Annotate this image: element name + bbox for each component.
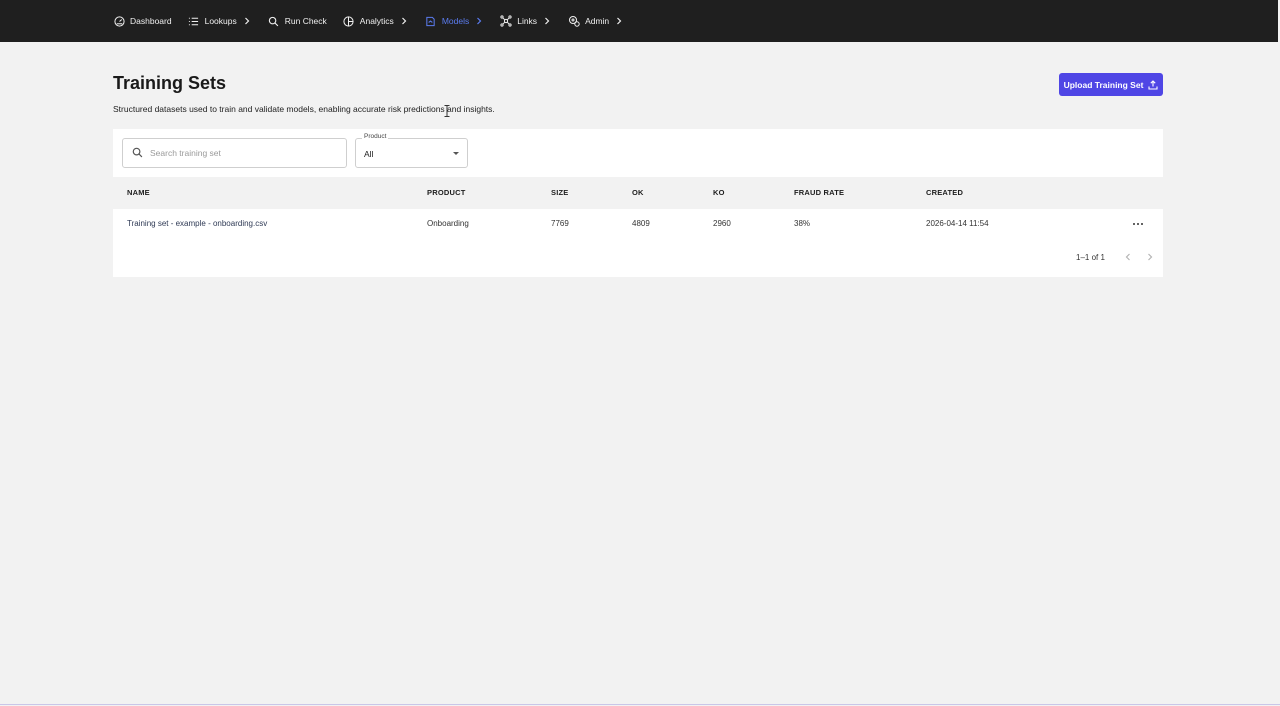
nav-run-check[interactable]: Run Check	[268, 0, 327, 42]
nav-lookups[interactable]: Lookups	[188, 0, 252, 42]
column-header-name[interactable]: NAME	[127, 188, 150, 197]
chevron-right-icon	[242, 16, 252, 26]
column-header-created[interactable]: CREATED	[926, 188, 963, 197]
nav-dashboard[interactable]: Dashboard	[113, 0, 172, 42]
nav-label: Admin	[585, 16, 610, 26]
chevron-right-icon	[614, 16, 624, 26]
window-bottom-border	[0, 704, 1280, 705]
list-icon	[188, 15, 200, 27]
nav-label: Dashboard	[130, 16, 172, 26]
text-cursor-icon	[444, 104, 450, 117]
cell-size: 7769	[551, 219, 569, 228]
nav-links[interactable]: Links	[500, 0, 552, 42]
column-header-size[interactable]: SIZE	[551, 188, 568, 197]
product-select-value: All	[364, 149, 374, 159]
upload-training-set-button[interactable]: Upload Training Set	[1059, 73, 1163, 96]
main-nav: Dashboard Lookups Run Check Analytics Mo…	[113, 0, 640, 42]
nav-models[interactable]: Models	[425, 0, 484, 42]
nav-label: Run Check	[284, 16, 327, 26]
cell-ko: 2960	[713, 219, 731, 228]
nav-label: Links	[517, 16, 538, 26]
column-header-ok[interactable]: OK	[632, 188, 644, 197]
cell-name[interactable]: Training set - example - onboarding.csv	[127, 219, 267, 228]
admin-gears-icon	[568, 15, 580, 27]
chevron-right-icon	[474, 16, 484, 26]
model-icon	[425, 15, 437, 27]
nav-label: Models	[441, 16, 470, 26]
filter-bar: Product All	[113, 129, 1163, 177]
column-header-product[interactable]: PRODUCT	[427, 188, 465, 197]
chevron-right-icon	[542, 16, 552, 26]
upload-button-label: Upload Training Set	[1063, 79, 1144, 90]
product-select[interactable]: Product All	[355, 133, 468, 168]
previous-page-button[interactable]	[1123, 252, 1133, 262]
page-title: Training Sets	[113, 73, 227, 93]
gauge-icon	[113, 15, 125, 27]
chevron-right-icon	[399, 16, 409, 26]
table-header-row: NAME PRODUCT SIZE OK KO FRAUD RATE CREAT…	[113, 177, 1163, 209]
pagination: 1–1 of 1	[113, 247, 1163, 267]
nav-label: Lookups	[204, 16, 237, 26]
table-header: NAME PRODUCT SIZE OK KO FRAUD RATE CREAT…	[0, 177, 1280, 209]
pagination-range: 1–1 of 1	[1076, 253, 1105, 262]
cell-ok: 4809	[632, 219, 650, 228]
top-navbar: Dashboard Lookups Run Check Analytics Mo…	[0, 0, 1278, 42]
nav-label: Analytics	[359, 16, 394, 26]
search-icon	[132, 147, 144, 159]
network-icon	[500, 15, 512, 27]
chevron-right-icon	[1148, 253, 1153, 261]
search-input[interactable]	[150, 148, 340, 158]
cell-fraud-rate: 38%	[794, 219, 811, 228]
more-dots-icon	[1132, 222, 1136, 226]
search-field[interactable]	[122, 138, 347, 168]
pie-chart-icon	[343, 15, 355, 27]
cell-created: 2026-04-14 11:54	[926, 219, 989, 228]
chevron-left-icon	[1125, 253, 1130, 261]
column-header-ko[interactable]: KO	[713, 188, 725, 197]
caret-down-icon	[453, 152, 459, 155]
column-header-fraud-rate[interactable]: FRAUD RATE	[794, 188, 844, 197]
product-select-label: Product	[362, 133, 389, 140]
search-icon	[268, 15, 280, 27]
upload-icon	[1148, 79, 1158, 90]
nav-admin[interactable]: Admin	[568, 0, 624, 42]
row-more-actions-button[interactable]	[1131, 218, 1145, 230]
nav-analytics[interactable]: Analytics	[343, 0, 409, 42]
cell-product: Onboarding	[427, 219, 469, 228]
table-row[interactable]: Training set - example - onboarding.csv …	[113, 209, 1163, 239]
next-page-button[interactable]	[1145, 252, 1155, 262]
training-sets-card: Product All NAME PRODUCT SIZE OK KO FRAU…	[0, 129, 1280, 277]
page-description: Structured datasets used to train and va…	[113, 104, 495, 114]
